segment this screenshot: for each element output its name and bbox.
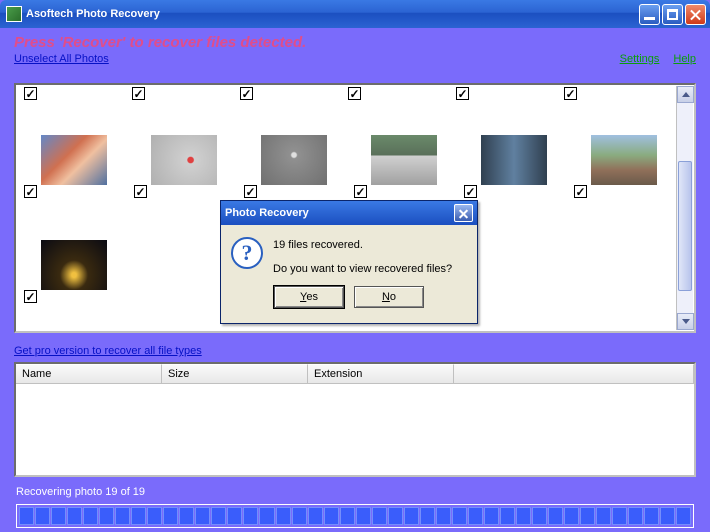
progress-segment: [436, 507, 451, 525]
progress-segment: [516, 507, 531, 525]
dialog-title: Photo Recovery: [225, 207, 309, 219]
runner2-photo[interactable]: [261, 135, 327, 185]
unselect-all-link[interactable]: Unselect All Photos: [14, 53, 109, 65]
progress-segment: [500, 507, 515, 525]
progress-segment: [404, 507, 419, 525]
instruction-text: Press 'Recover' to recover files detecte…: [4, 28, 706, 53]
dialog-line1: 19 files recovered.: [273, 237, 452, 255]
progress-segment: [484, 507, 499, 525]
photo-checkbox[interactable]: ✓: [132, 87, 145, 100]
maximize-button[interactable]: [662, 4, 683, 25]
progress-segment: [292, 507, 307, 525]
progress-segment: [83, 507, 98, 525]
progress-segment: [195, 507, 210, 525]
progress-segment: [35, 507, 50, 525]
progress-segment: [51, 507, 66, 525]
progress-segment: [660, 507, 675, 525]
photo-checkbox[interactable]: ✓: [240, 87, 253, 100]
runner-photo[interactable]: [151, 135, 217, 185]
progress-segment: [179, 507, 194, 525]
photo-checkbox[interactable]: ✓: [456, 87, 469, 100]
progress-segment: [612, 507, 627, 525]
progress-segment: [532, 507, 547, 525]
progress-segment: [676, 507, 691, 525]
scroll-thumb[interactable]: [678, 161, 692, 291]
progress-segment: [452, 507, 467, 525]
progress-segment: [388, 507, 403, 525]
car-photo[interactable]: [371, 135, 437, 185]
status-text: Recovering photo 19 of 19: [16, 486, 145, 498]
column-extension[interactable]: Extension: [308, 364, 454, 383]
photo-checkbox[interactable]: ✓: [574, 185, 587, 198]
photo-checkbox[interactable]: ✓: [354, 185, 367, 198]
minimize-button[interactable]: [639, 4, 660, 25]
dialog-titlebar[interactable]: Photo Recovery: [221, 201, 477, 225]
progress-segment: [259, 507, 274, 525]
progress-segment: [67, 507, 82, 525]
photo-checkbox[interactable]: ✓: [24, 87, 37, 100]
progress-segment: [372, 507, 387, 525]
progress-segment: [131, 507, 146, 525]
progress-segment: [596, 507, 611, 525]
titlebar: Asoftech Photo Recovery: [0, 0, 710, 28]
progress-segment: [227, 507, 242, 525]
athlete-photo[interactable]: [481, 135, 547, 185]
scrollbar[interactable]: [676, 86, 693, 330]
column-name[interactable]: Name: [16, 364, 162, 383]
column-spacer: [454, 364, 694, 383]
column-size[interactable]: Size: [162, 364, 308, 383]
progress-segment: [243, 507, 258, 525]
progress-segment: [211, 507, 226, 525]
progress-segment: [644, 507, 659, 525]
window-controls: [639, 4, 706, 25]
close-button[interactable]: [685, 4, 706, 25]
progress-segment: [356, 507, 371, 525]
file-table: Name Size Extension: [14, 362, 696, 477]
pro-version-link[interactable]: Get pro version to recover all file type…: [14, 345, 202, 357]
progress-segment: [147, 507, 162, 525]
photo-checkbox[interactable]: ✓: [244, 185, 257, 198]
progress-bar: [16, 504, 694, 528]
photo-checkbox[interactable]: ✓: [348, 87, 361, 100]
window-title: Asoftech Photo Recovery: [26, 8, 160, 20]
scroll-up-button[interactable]: [677, 86, 694, 103]
photo-checkbox[interactable]: ✓: [24, 185, 37, 198]
photo-checkbox[interactable]: ✓: [24, 290, 37, 303]
park-photo[interactable]: [591, 135, 657, 185]
progress-segment: [308, 507, 323, 525]
yes-button[interactable]: Yes: [274, 286, 344, 308]
progress-segment: [115, 507, 130, 525]
app-icon: [6, 6, 22, 22]
photo-checkbox[interactable]: ✓: [134, 185, 147, 198]
progress-segment: [324, 507, 339, 525]
progress-segment: [99, 507, 114, 525]
progress-segment: [468, 507, 483, 525]
progress-segment: [276, 507, 291, 525]
settings-link[interactable]: Settings: [620, 53, 660, 65]
no-button[interactable]: No: [354, 286, 424, 308]
night-photo[interactable]: [41, 240, 107, 290]
photo-checkbox[interactable]: ✓: [464, 185, 477, 198]
question-icon: ?: [231, 237, 263, 269]
progress-segment: [163, 507, 178, 525]
recovery-dialog: Photo Recovery ? 19 files recovered. Do …: [220, 200, 478, 324]
progress-segment: [564, 507, 579, 525]
progress-segment: [19, 507, 34, 525]
progress-segment: [548, 507, 563, 525]
crowd-photo[interactable]: [41, 135, 107, 185]
dialog-line2: Do you want to view recovered files?: [273, 261, 452, 279]
dialog-close-button[interactable]: [454, 204, 473, 222]
scroll-down-button[interactable]: [677, 313, 694, 330]
progress-segment: [628, 507, 643, 525]
progress-segment: [340, 507, 355, 525]
photo-checkbox[interactable]: ✓: [564, 87, 577, 100]
progress-segment: [420, 507, 435, 525]
help-link[interactable]: Help: [673, 53, 696, 65]
progress-segment: [580, 507, 595, 525]
